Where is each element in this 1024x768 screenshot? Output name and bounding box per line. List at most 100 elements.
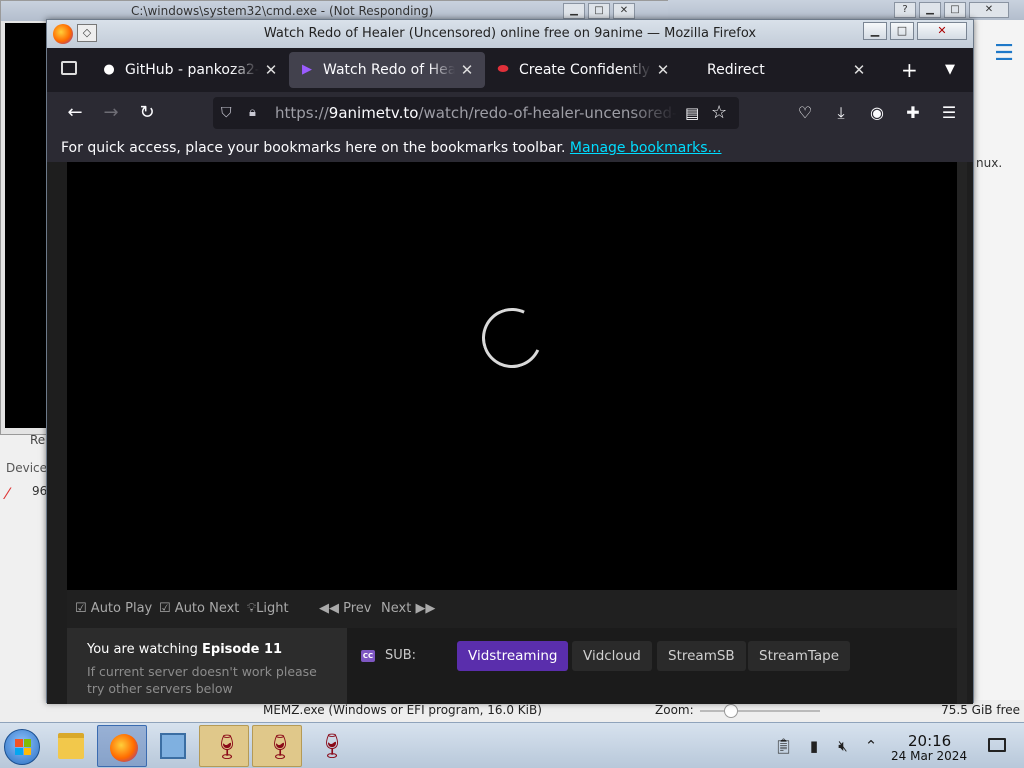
tab-label: Redirect [707, 62, 765, 78]
battery-icon[interactable]: ▮ [805, 737, 823, 755]
lips-icon: ⬬ [497, 62, 509, 77]
server-streamtape-button[interactable]: StreamTape [748, 641, 851, 671]
close-icon[interactable]: ✕ [613, 3, 635, 19]
hamburger-menu-icon[interactable]: ☰ [992, 42, 1016, 66]
auto-play-toggle[interactable]: ☑ Auto Play [75, 601, 152, 616]
episode-number: Episode 11 [202, 642, 283, 657]
pocket-icon[interactable]: ♡ [793, 101, 817, 125]
lightbulb-icon: 💡︎ [247, 601, 257, 616]
auto-next-toggle[interactable]: ☑ Auto Next [159, 601, 239, 616]
loading-spinner-icon [473, 299, 551, 377]
window-controls: ▁ □ ✕ [863, 22, 967, 40]
minimize-button[interactable]: ▁ [863, 22, 887, 40]
help-icon[interactable]: ? [894, 2, 916, 18]
taskbar-control-panel[interactable] [148, 725, 198, 767]
maximize-button[interactable]: □ [890, 22, 914, 40]
prev-button[interactable]: ◀◀ Prev [319, 601, 372, 616]
play-icon: ▶ [302, 62, 312, 77]
fast-forward-icon: ▶▶ [415, 601, 436, 616]
bookmarks-message: For quick access, place your bookmarks h… [61, 140, 566, 156]
url-bar[interactable]: ⛉ 🔒︎ https://9animetv.to/watch/redo-of-h… [213, 97, 739, 129]
close-tab-icon[interactable]: ✕ [459, 62, 475, 78]
minimize-icon[interactable]: ▁ [919, 2, 941, 18]
background-right-text: nux. [976, 156, 1003, 170]
monitor-icon [160, 733, 186, 759]
next-button[interactable]: Next ▶▶ [381, 601, 435, 616]
close-tab-icon[interactable]: ✕ [851, 62, 867, 78]
minimize-icon[interactable]: ▁ [563, 3, 585, 19]
firefox-view-icon[interactable] [61, 61, 77, 75]
document-icon: ⁄ 96 [6, 484, 48, 503]
sub-label: SUB: [385, 648, 417, 663]
zoom-label: Zoom: [655, 703, 694, 717]
device-item-label: 96 [32, 484, 48, 498]
video-player[interactable] [67, 162, 957, 590]
taskbar-firefox[interactable] [97, 725, 147, 767]
checkbox-icon: ☑ [75, 601, 87, 616]
tab-github[interactable]: ● GitHub - pankoza2-pl ✕ [91, 52, 289, 88]
shield-icon[interactable]: ⛉ [221, 105, 237, 121]
chevron-up-icon[interactable]: ⌃ [862, 737, 880, 755]
light-toggle[interactable]: 💡︎Light [247, 601, 289, 616]
volume-muted-icon[interactable]: 🔇︎ [834, 737, 852, 755]
tab-label: Watch Redo of Healer [323, 62, 455, 78]
firefox-window: ◇ Watch Redo of Healer (Uncensored) onli… [46, 19, 974, 704]
reader-view-icon[interactable]: ▤ [685, 104, 699, 122]
background-right-controls: ? ▁ □ ✕ [894, 2, 1009, 18]
firefox-icon[interactable] [53, 24, 73, 44]
lock-icon[interactable]: 🔒︎ [249, 105, 265, 121]
manage-bookmarks-link[interactable]: Manage bookmarks… [570, 140, 722, 156]
chevron-down-icon[interactable]: ▼ [945, 62, 955, 77]
bookmark-star-icon[interactable]: ☆ [711, 102, 727, 123]
clock-date[interactable]: 24 Mar 2024 [891, 749, 967, 763]
firefox-icon [110, 734, 138, 762]
tab-list: ● GitHub - pankoza2-pl ✕ ▶ Watch Redo of… [91, 52, 877, 88]
watching-line: You are watching Episode 11 [87, 642, 327, 657]
tab-redirect[interactable]: Redirect ✕ [681, 52, 877, 88]
bookmarks-toolbar: For quick access, place your bookmarks h… [47, 134, 973, 162]
window-titlebar: ◇ Watch Redo of Healer (Uncensored) onli… [47, 20, 973, 48]
server-streamsb-button[interactable]: StreamSB [657, 641, 746, 671]
app-menu-icon[interactable]: ☰ [937, 101, 961, 125]
close-button[interactable]: ✕ [917, 22, 967, 40]
start-button[interactable] [4, 729, 40, 765]
next-label: Next [381, 601, 412, 616]
terminal-area [5, 23, 49, 428]
show-desktop-icon[interactable] [988, 738, 1006, 752]
close-tab-icon[interactable]: ✕ [263, 62, 279, 78]
wine-glass-icon: 🍷︎ [212, 733, 243, 761]
maximize-icon[interactable]: □ [944, 2, 966, 18]
new-tab-button[interactable]: + [901, 60, 918, 80]
close-icon[interactable]: ✕ [969, 2, 1009, 18]
url-text[interactable]: https://9animetv.to/watch/redo-of-healer… [275, 104, 677, 122]
reload-button[interactable]: ↻ [135, 101, 159, 125]
episode-info: You are watching Episode 11 If current s… [67, 628, 347, 704]
back-button[interactable]: ← [63, 101, 87, 125]
page-scrollbar[interactable] [957, 162, 967, 704]
download-icon[interactable]: ⤓ [829, 101, 853, 125]
account-icon[interactable]: ◉ [865, 101, 889, 125]
tab-label: GitHub - pankoza2-pl [125, 62, 259, 78]
forward-button[interactable]: → [99, 101, 123, 125]
server-list: CC SUB: Vidstreaming Vidcloud StreamSB S… [347, 628, 957, 704]
taskbar-file-manager[interactable] [46, 725, 96, 767]
clipboard-icon[interactable]: 📋︎ [774, 737, 793, 755]
server-vidcloud-button[interactable]: Vidcloud [572, 641, 652, 671]
server-vidstreaming-button[interactable]: Vidstreaming [457, 641, 569, 671]
zoom-slider[interactable] [700, 710, 820, 712]
free-space-text: 75.5 GiB free [941, 703, 1020, 717]
pin-icon[interactable]: ◇ [77, 24, 97, 42]
tab-9anime[interactable]: ▶ Watch Redo of Healer ✕ [289, 52, 485, 88]
wine-glass-icon: 🍷︎ [317, 732, 348, 760]
taskbar-wine-app-1[interactable]: 🍷︎ [199, 725, 249, 767]
maximize-icon[interactable]: □ [588, 3, 610, 19]
extensions-icon[interactable]: ✚ [901, 101, 925, 125]
tab-create-confidently[interactable]: ⬬ Create Confidently w ✕ [485, 52, 681, 88]
zoom-slider-handle[interactable] [724, 704, 738, 718]
taskbar: 🍷︎ 🍷︎ 🍷︎ 📋︎ ▮ 🔇︎ ⌃ 20:16 24 Mar 2024 [0, 722, 1024, 768]
clock-time[interactable]: 20:16 [908, 732, 951, 750]
close-tab-icon[interactable]: ✕ [655, 62, 671, 78]
taskbar-wine-app-2[interactable]: 🍷︎ [252, 725, 302, 767]
taskbar-wine-app-3[interactable]: 🍷︎ [305, 725, 355, 767]
windows-logo-icon [15, 739, 31, 755]
